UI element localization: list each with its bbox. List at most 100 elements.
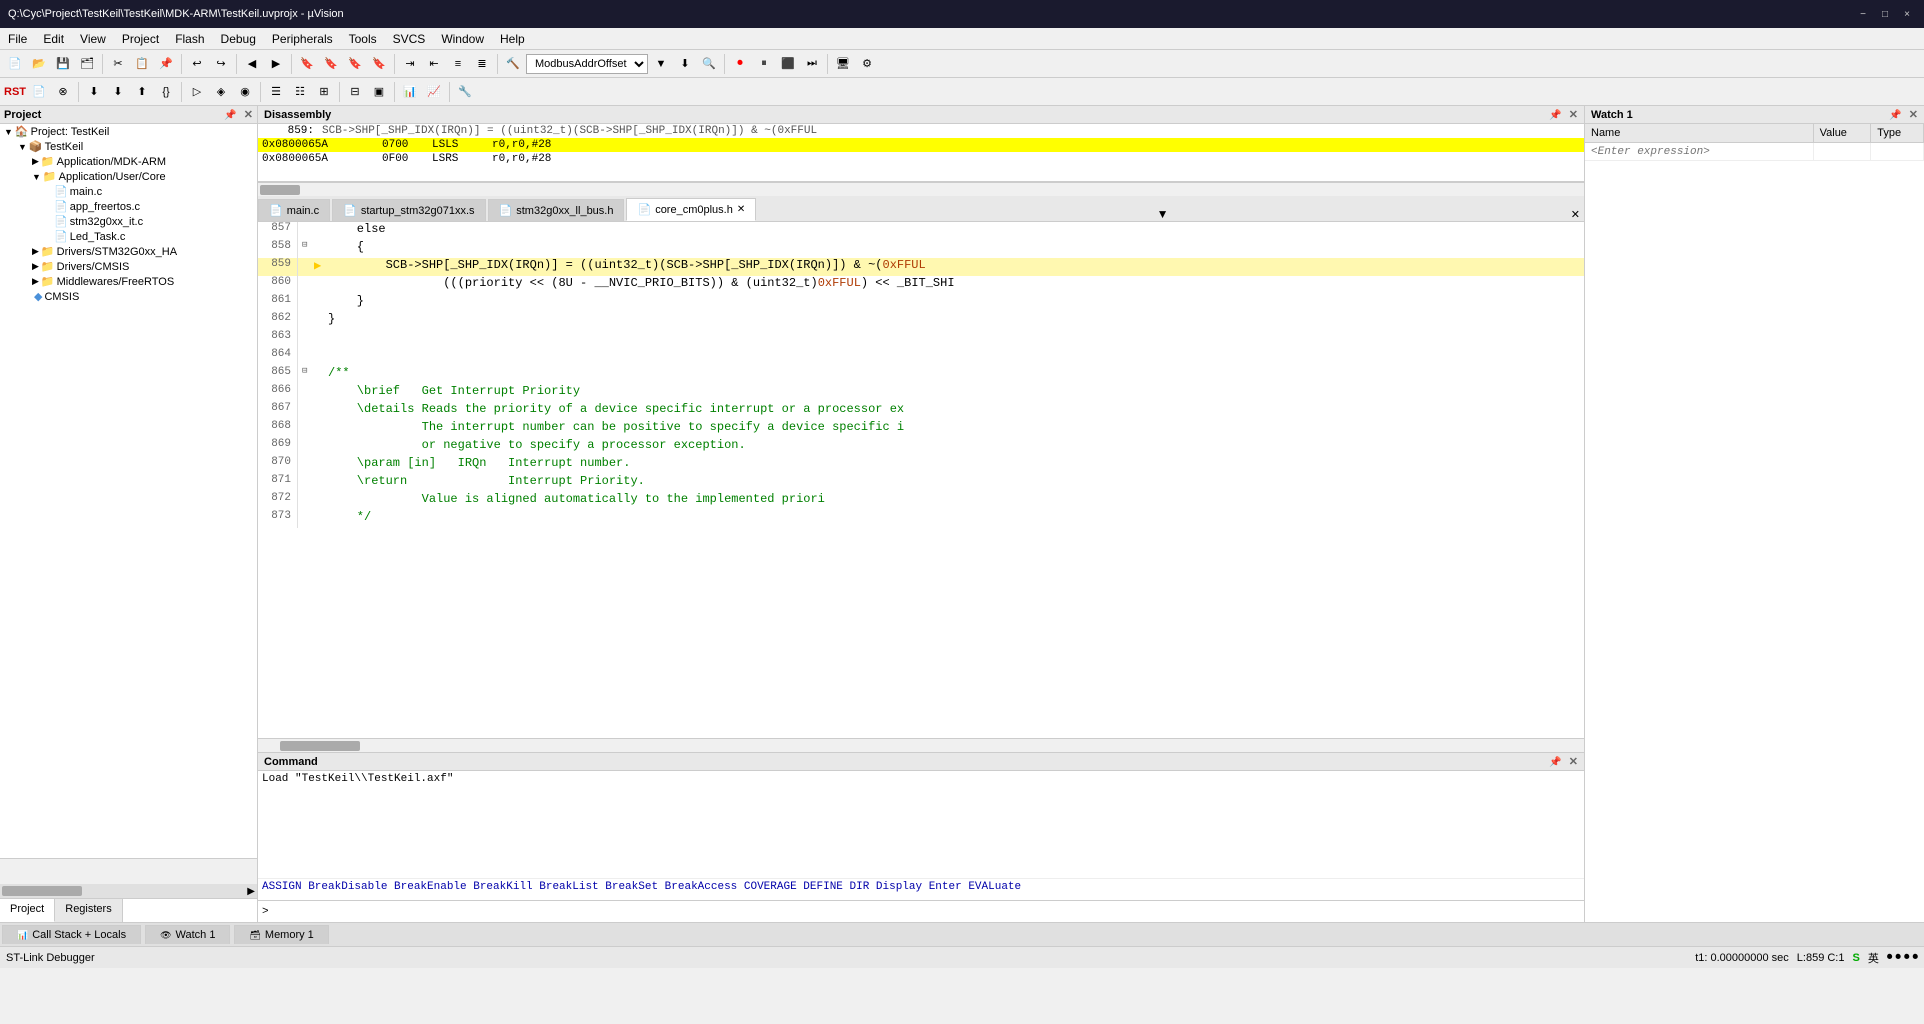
editor-hscroll-thumb[interactable] bbox=[280, 741, 360, 751]
tab-core[interactable]: 📄 core_cm0plus.h ✕ bbox=[626, 198, 756, 221]
tb-indent3[interactable]: ≡ bbox=[447, 53, 469, 75]
bottom-tab-memory1[interactable]: 🗃 Memory 1 bbox=[234, 925, 328, 944]
tb-run[interactable]: ⏺ bbox=[729, 53, 751, 75]
fold-861[interactable] bbox=[302, 294, 314, 312]
tab-startup[interactable]: 📄 startup_stm32g071xx.s bbox=[332, 199, 485, 221]
disasm-hscroll-thumb[interactable] bbox=[260, 185, 300, 195]
freertos-arrow[interactable]: ▶ bbox=[32, 276, 39, 287]
project-pin[interactable]: 📌 bbox=[224, 110, 236, 121]
tb-nav-fwd[interactable]: ▶ bbox=[265, 53, 287, 75]
tab-main-c[interactable]: 📄 main.c bbox=[258, 199, 330, 221]
fold-866[interactable] bbox=[302, 384, 314, 402]
tb-d1[interactable]: 📄 bbox=[28, 81, 50, 103]
tb-run-to[interactable]: ▷ bbox=[186, 81, 208, 103]
code-editor[interactable]: 857 else 858 ⊟ { 859 ▶ SCB->SHP[_SHP_IDX… bbox=[258, 222, 1584, 738]
tb-d2[interactable]: ⊗ bbox=[52, 81, 74, 103]
tb-bp1[interactable]: 🔖 bbox=[296, 53, 318, 75]
tree-led-task[interactable]: 📄 Led_Task.c bbox=[0, 229, 257, 244]
menu-help[interactable]: Help bbox=[492, 30, 533, 48]
disassembly-content[interactable]: 859: SCB->SHP[_SHP_IDX(IRQn)] = ((uint32… bbox=[258, 124, 1584, 181]
tree-app-freertos[interactable]: 📄 app_freertos.c bbox=[0, 199, 257, 214]
tb-rst[interactable]: RST bbox=[4, 81, 26, 103]
tb-step[interactable]: ⏭ bbox=[801, 53, 823, 75]
fold-872[interactable] bbox=[302, 492, 314, 510]
tb-step-out[interactable]: ⬆ bbox=[131, 81, 153, 103]
command-close[interactable]: ✕ bbox=[1569, 756, 1578, 768]
tb-dbg2[interactable]: ◈ bbox=[210, 81, 232, 103]
fold-862[interactable] bbox=[302, 312, 314, 330]
tree-user-core[interactable]: ▼ 📁 Application/User/Core bbox=[0, 169, 257, 184]
tb-indent4[interactable]: ≣ bbox=[471, 53, 493, 75]
tree-main-c[interactable]: 📄 main.c bbox=[0, 184, 257, 199]
menu-peripherals[interactable]: Peripherals bbox=[264, 30, 341, 48]
tb-perf2[interactable]: 📈 bbox=[423, 81, 445, 103]
fold-865[interactable]: ⊟ bbox=[302, 366, 314, 384]
tab-bus[interactable]: 📄 stm32g0xx_ll_bus.h bbox=[488, 199, 625, 221]
fold-870[interactable] bbox=[302, 456, 314, 474]
tb-open[interactable]: 📂 bbox=[28, 53, 50, 75]
fold-860[interactable] bbox=[302, 276, 314, 294]
project-hscrollbar[interactable]: ▶ bbox=[0, 884, 257, 898]
tree-stm32-it[interactable]: 📄 stm32g0xx_it.c bbox=[0, 214, 257, 229]
bottom-tab-watch1[interactable]: 👁 Watch 1 bbox=[145, 925, 230, 944]
tb-cut[interactable]: ✂ bbox=[107, 53, 129, 75]
tb-step-over[interactable]: ⬇ bbox=[107, 81, 129, 103]
watch-expr-input[interactable] bbox=[1591, 146, 1807, 158]
menu-window[interactable]: Window bbox=[433, 30, 492, 48]
tb-ext[interactable]: 🔧 bbox=[454, 81, 476, 103]
drivers-hal-arrow[interactable]: ▶ bbox=[32, 246, 39, 257]
menu-svcs[interactable]: SVCS bbox=[385, 30, 434, 48]
tb-bp3[interactable]: 🔖 bbox=[344, 53, 366, 75]
tb-undo[interactable]: ↩ bbox=[186, 53, 208, 75]
watch-expr-cell[interactable] bbox=[1585, 143, 1813, 161]
tb-redo[interactable]: ↪ bbox=[210, 53, 232, 75]
tb-new[interactable]: 📄 bbox=[4, 53, 26, 75]
fold-859[interactable] bbox=[302, 258, 314, 276]
tb-nav-back[interactable]: ◀ bbox=[241, 53, 263, 75]
tb-paste[interactable]: 📌 bbox=[155, 53, 177, 75]
tab-scroll-btn[interactable]: ▼ bbox=[1153, 207, 1173, 221]
project-hscroll-right[interactable]: ▶ bbox=[247, 886, 255, 897]
tb-mem2[interactable]: ▣ bbox=[368, 81, 390, 103]
tb-pause[interactable]: ⏸ bbox=[753, 53, 775, 75]
drivers-cmsis-arrow[interactable]: ▶ bbox=[32, 261, 39, 272]
tree-testkeil[interactable]: ▼ 📦 TestKeil bbox=[0, 139, 257, 154]
menu-edit[interactable]: Edit bbox=[35, 30, 72, 48]
tree-root[interactable]: ▼ 🏠 Project: TestKeil bbox=[0, 124, 257, 139]
project-scrollbar[interactable]: ▶ bbox=[0, 858, 257, 898]
tb-list2[interactable]: ☷ bbox=[289, 81, 311, 103]
tb-mem[interactable]: ⊟ bbox=[344, 81, 366, 103]
disasm-close[interactable]: ✕ bbox=[1569, 109, 1578, 121]
fold-857[interactable] bbox=[302, 222, 314, 240]
fold-873[interactable] bbox=[302, 510, 314, 528]
project-hscroll-thumb[interactable] bbox=[2, 886, 82, 896]
menu-file[interactable]: File bbox=[0, 30, 35, 48]
command-input-row[interactable]: > bbox=[258, 900, 1584, 922]
tb-debug2[interactable]: 🔍 bbox=[698, 53, 720, 75]
fold-864[interactable] bbox=[302, 348, 314, 366]
tab-close-all[interactable]: ✕ bbox=[1567, 207, 1584, 221]
tb-saveall[interactable]: 🗂 bbox=[76, 53, 98, 75]
tab-registers[interactable]: Registers bbox=[55, 899, 122, 922]
fold-869[interactable] bbox=[302, 438, 314, 456]
fold-871[interactable] bbox=[302, 474, 314, 492]
tree-drivers-hal[interactable]: ▶ 📁 Drivers/STM32G0xx_HA bbox=[0, 244, 257, 259]
close-button[interactable]: × bbox=[1898, 5, 1916, 23]
tree-freertos[interactable]: ▶ 📁 Middlewares/FreeRTOS bbox=[0, 274, 257, 289]
tb-bp2[interactable]: 🔖 bbox=[320, 53, 342, 75]
tab-project[interactable]: Project bbox=[0, 899, 55, 922]
fold-858[interactable]: ⊟ bbox=[302, 240, 314, 258]
command-pin[interactable]: 📌 bbox=[1549, 757, 1561, 768]
bottom-tab-callstack[interactable]: 📊 Call Stack + Locals bbox=[2, 925, 141, 944]
tb-brace[interactable]: {} bbox=[155, 81, 177, 103]
disasm-hscrollbar[interactable] bbox=[258, 182, 1584, 196]
menu-debug[interactable]: Debug bbox=[213, 30, 264, 48]
tab-core-close[interactable]: ✕ bbox=[737, 204, 745, 215]
menu-project[interactable]: Project bbox=[114, 30, 167, 48]
tb-stop[interactable]: ⬛ bbox=[777, 53, 799, 75]
editor-hscrollbar[interactable] bbox=[258, 738, 1584, 752]
user-core-arrow[interactable]: ▼ bbox=[32, 172, 41, 182]
tb-perf[interactable]: 📊 bbox=[399, 81, 421, 103]
mdk-arm-arrow[interactable]: ▶ bbox=[32, 156, 39, 167]
fold-867[interactable] bbox=[302, 402, 314, 420]
